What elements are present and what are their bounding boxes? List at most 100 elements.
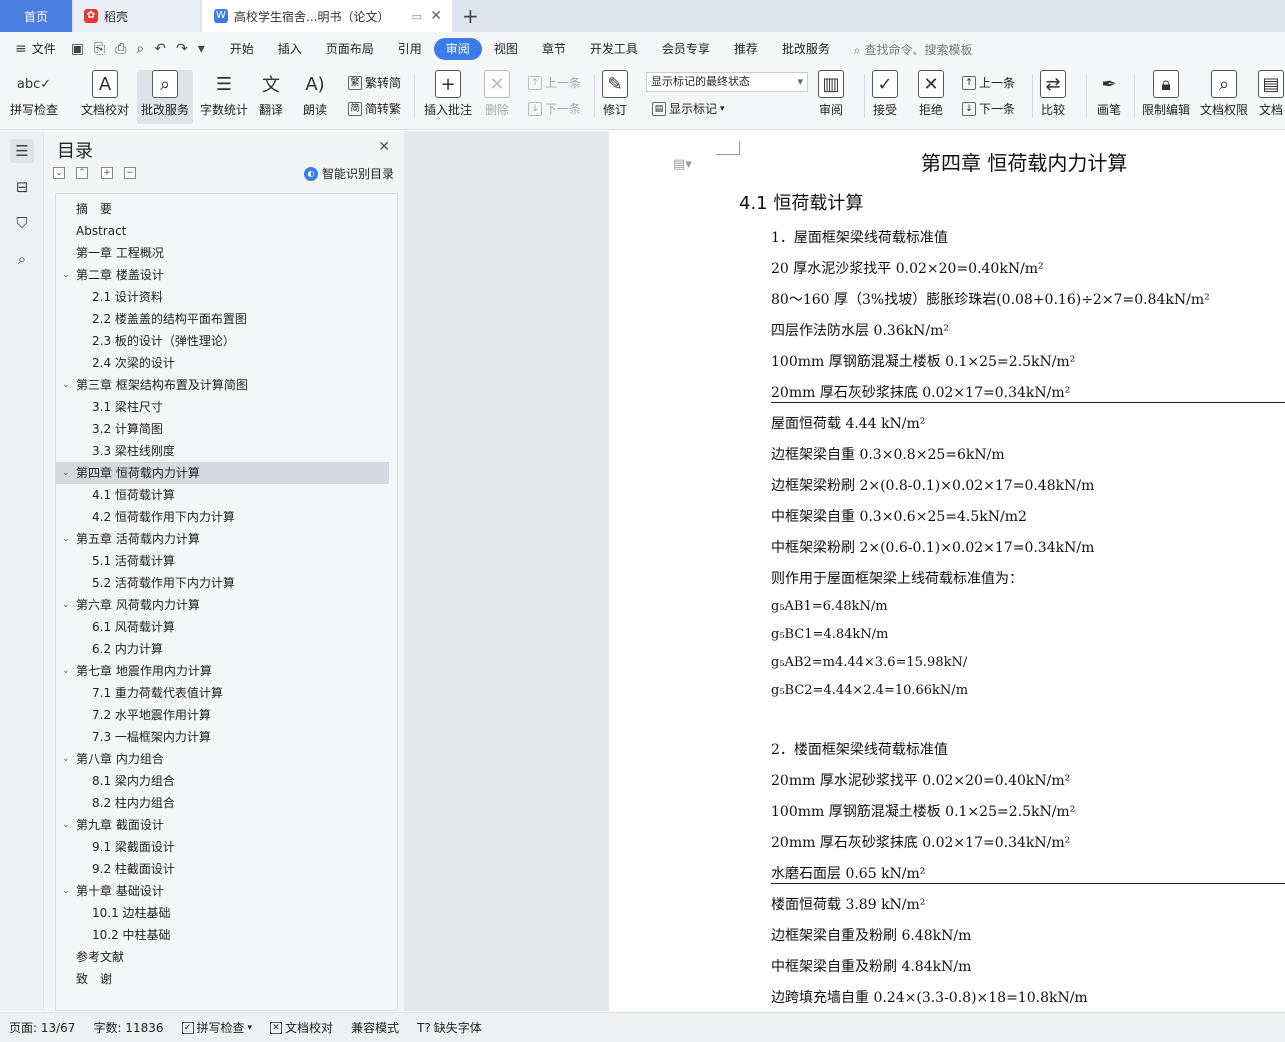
insert-comment-button[interactable]: + 插入批注 xyxy=(424,70,472,124)
document-line[interactable]: 边框架梁粉刷 2×(0.8-0.1)×0.02×17=0.48kN/m xyxy=(771,475,1094,495)
document-line[interactable]: 中框架梁自重 0.3×0.6×25=4.5kN/m2 xyxy=(771,506,1027,526)
toc-item[interactable]: 10.1 边柱基础 xyxy=(56,902,399,924)
toc-item[interactable]: 5.1 活荷载计算 xyxy=(56,550,399,572)
toc-item[interactable]: 3.2 计算简图 xyxy=(56,418,399,440)
compat-mode[interactable]: 兼容模式 xyxy=(342,1019,408,1036)
toc-item[interactable]: 10.2 中柱基础 xyxy=(56,924,399,946)
review-pane-button[interactable]: ▥ 审阅 xyxy=(818,70,844,124)
menu-chapter[interactable]: 章节 xyxy=(530,38,578,60)
menu-view[interactable]: 视图 xyxy=(482,38,530,60)
document-page[interactable]: ▤▾ 第四章 恒荷载内力计算 4.1 恒荷载计算 1．屋面框架梁线荷载标准值 20… xyxy=(609,131,1285,1011)
document-line[interactable]: 屋面恒荷载 4.44 kN/m² xyxy=(771,413,925,433)
toc-item[interactable]: ⌄ 第二章 楼盖设计 xyxy=(56,264,399,286)
print-icon[interactable]: ⎙ xyxy=(110,41,131,57)
compare-button[interactable]: ⇄ 比较 xyxy=(1040,70,1066,124)
redo-icon[interactable]: ↷ xyxy=(171,41,193,57)
toc-item[interactable]: 摘 要 xyxy=(56,198,399,220)
doc-rights-button[interactable]: ⌕ 文档权限 xyxy=(1200,70,1248,124)
chevron-down-icon[interactable]: ⌄ xyxy=(62,374,72,396)
chevron-down-icon[interactable]: ⌄ xyxy=(62,528,72,550)
save-icon[interactable]: ▣ xyxy=(66,41,89,57)
prev-change-button[interactable]: ↑ 上一条 xyxy=(962,74,1015,91)
chevron-down-icon[interactable]: ⌄ xyxy=(62,594,72,616)
toc-item[interactable]: Abstract xyxy=(56,220,399,242)
document-line[interactable]: 中框架梁自重及粉刷 4.84kN/m xyxy=(771,956,971,976)
document-line[interactable]: g₅BC2=4.44×2.4=10.66kN/m xyxy=(771,683,968,698)
outline-icon[interactable]: ⊟ xyxy=(10,175,34,199)
command-search[interactable]: ⌕ 查找命令、搜索模板 xyxy=(854,41,973,58)
hamburger-icon[interactable]: ≡ xyxy=(10,41,32,57)
spell-check-button[interactable]: abc✓ 拼写检查 xyxy=(10,70,58,124)
tab-document[interactable]: W 高校学生宿舍...明书（论文） ▭ ✕ xyxy=(202,0,452,32)
track-changes-button[interactable]: ✎ 修订 xyxy=(602,70,628,124)
document-line[interactable]: 100mm 厚钢筋混凝土楼板 0.1×25=2.5kN/m² xyxy=(771,801,1075,821)
markup-state-select[interactable]: 显示标记的最终状态 xyxy=(646,72,808,92)
document-line[interactable]: 20mm 厚石灰砂浆抹底 0.02×17=0.34kN/m² xyxy=(771,832,1070,852)
toc-item[interactable]: 7.2 水平地震作用计算 xyxy=(56,704,399,726)
toc-item[interactable]: ⌄ 第六章 风荷载内力计算 xyxy=(56,594,399,616)
spell-check-status[interactable]: ✓ 拼写检查 ▾ xyxy=(173,1019,262,1036)
read-aloud-button[interactable]: A) 朗读 xyxy=(302,70,328,124)
toc-item[interactable]: ⌄ 第十章 基础设计 xyxy=(56,880,399,902)
reject-button[interactable]: ✕ 拒绝 xyxy=(918,70,944,124)
missing-font[interactable]: T? 缺失字体 xyxy=(408,1019,491,1036)
chevron-down-icon[interactable]: ⌄ xyxy=(62,748,72,770)
show-markup-button[interactable]: ▤ 显示标记 ▾ xyxy=(652,100,725,117)
toc-item[interactable]: 8.1 梁内力组合 xyxy=(56,770,399,792)
toc-item[interactable]: 致 谢 xyxy=(56,968,399,990)
toc-item[interactable]: 9.1 梁截面设计 xyxy=(56,836,399,858)
toc-item[interactable]: ⌄ 第八章 内力组合 xyxy=(56,748,399,770)
toc-item[interactable]: 第一章 工程概况 xyxy=(56,242,399,264)
document-line[interactable]: 边跨填充墙自重 0.24×(3.3-0.8)×18=10.8kN/m xyxy=(771,987,1088,1007)
document-line[interactable]: g₅BC1=4.84kN/m xyxy=(771,627,888,642)
toc-item[interactable]: ⌄ 第三章 框架结构布置及计算简图 xyxy=(56,374,399,396)
toc-item[interactable]: ⌄ 第九章 截面设计 xyxy=(56,814,399,836)
restrict-editing-button[interactable]: 🔒︎ 限制编辑 xyxy=(1142,70,1190,124)
document-line[interactable]: 2．楼面框架梁线荷载标准值 xyxy=(771,739,948,759)
word-count-button[interactable]: ☰ 字数统计 xyxy=(200,70,248,124)
undo-icon[interactable]: ↶ xyxy=(149,41,171,57)
simp-to-trad-button[interactable]: 简简转繁 xyxy=(348,100,401,117)
document-line[interactable]: 100mm 厚钢筋混凝土楼板 0.1×25=2.5kN/m² xyxy=(771,351,1075,371)
preview-icon[interactable]: ⌕ xyxy=(131,41,149,57)
close-icon[interactable]: ✕ xyxy=(378,139,390,155)
translate-button[interactable]: 文翻译 xyxy=(258,70,284,124)
document-line[interactable]: 楼面恒荷载 3.89 kN/m² xyxy=(771,894,925,914)
document-line[interactable]: 1．屋面框架梁线荷载标准值 xyxy=(771,227,948,247)
search-icon[interactable]: ⌕ xyxy=(10,247,34,271)
menu-review[interactable]: 审阅 xyxy=(433,38,482,60)
document-line[interactable]: g₅AB2=m4.44×3.6=15.98kN/ xyxy=(771,655,967,670)
toc-item[interactable]: 2.4 次梁的设计 xyxy=(56,352,399,374)
paragraph-menu-icon[interactable]: ▤▾ xyxy=(673,157,692,172)
document-line[interactable]: 水磨石面层 0.65 kN/m² xyxy=(771,863,925,883)
expand-all-icon[interactable]: ⌄ xyxy=(53,167,65,179)
smart-toc-button[interactable]: ◐ 智能识别目录 xyxy=(303,165,394,182)
file-menu[interactable]: 文件 xyxy=(32,38,66,60)
toc-item[interactable]: 参考文献 xyxy=(56,946,399,968)
chapter-heading[interactable]: 第四章 恒荷载内力计算 xyxy=(921,147,1127,176)
bookmark-icon[interactable]: ⛉ xyxy=(10,211,34,235)
toc-item[interactable]: 6.1 风荷载计算 xyxy=(56,616,399,638)
monitor-icon[interactable]: ▭ xyxy=(412,10,422,23)
document-line[interactable]: 边框架梁自重及粉刷 6.48kN/m xyxy=(771,925,971,945)
chevron-down-icon[interactable]: ⌄ xyxy=(62,814,72,836)
toc-item[interactable]: ⌄ 第四章 恒荷载内力计算 xyxy=(56,462,389,484)
next-comment-button[interactable]: ↓ 下一条 xyxy=(528,100,581,117)
document-line[interactable]: 四层作法防水层 0.36kN/m² xyxy=(771,320,949,340)
menu-correction[interactable]: 批改服务 xyxy=(770,38,842,60)
new-tab-button[interactable]: + xyxy=(462,0,482,32)
pen-button[interactable]: ✒ 画笔 xyxy=(1096,70,1122,124)
delete-comment-button[interactable]: ✕ 删除 xyxy=(484,70,510,124)
document-line[interactable]: 80～160 厚（3%找坡）膨胀珍珠岩(0.08+0.16)÷2×7=0.84k… xyxy=(771,289,1210,309)
toc-item[interactable]: 2.2 楼盖盖的结构平面布置图 xyxy=(56,308,399,330)
proofread-status[interactable]: ✕ 文档校对 xyxy=(261,1019,342,1036)
collapse-all-icon[interactable]: ⌃ xyxy=(76,167,88,179)
toc-item[interactable]: 2.1 设计资料 xyxy=(56,286,399,308)
chevron-down-icon[interactable]: ⌄ xyxy=(62,462,72,484)
toc-item[interactable]: 6.2 内力计算 xyxy=(56,638,399,660)
close-icon[interactable]: ✕ xyxy=(430,8,442,24)
menu-recommend[interactable]: 推荐 xyxy=(722,38,770,60)
section-heading[interactable]: 4.1 恒荷载计算 xyxy=(739,189,863,215)
toc-item[interactable]: 3.3 梁柱线刚度 xyxy=(56,440,399,462)
document-line[interactable]: 边框架梁自重 0.3×0.8×25=6kN/m xyxy=(771,444,1005,464)
